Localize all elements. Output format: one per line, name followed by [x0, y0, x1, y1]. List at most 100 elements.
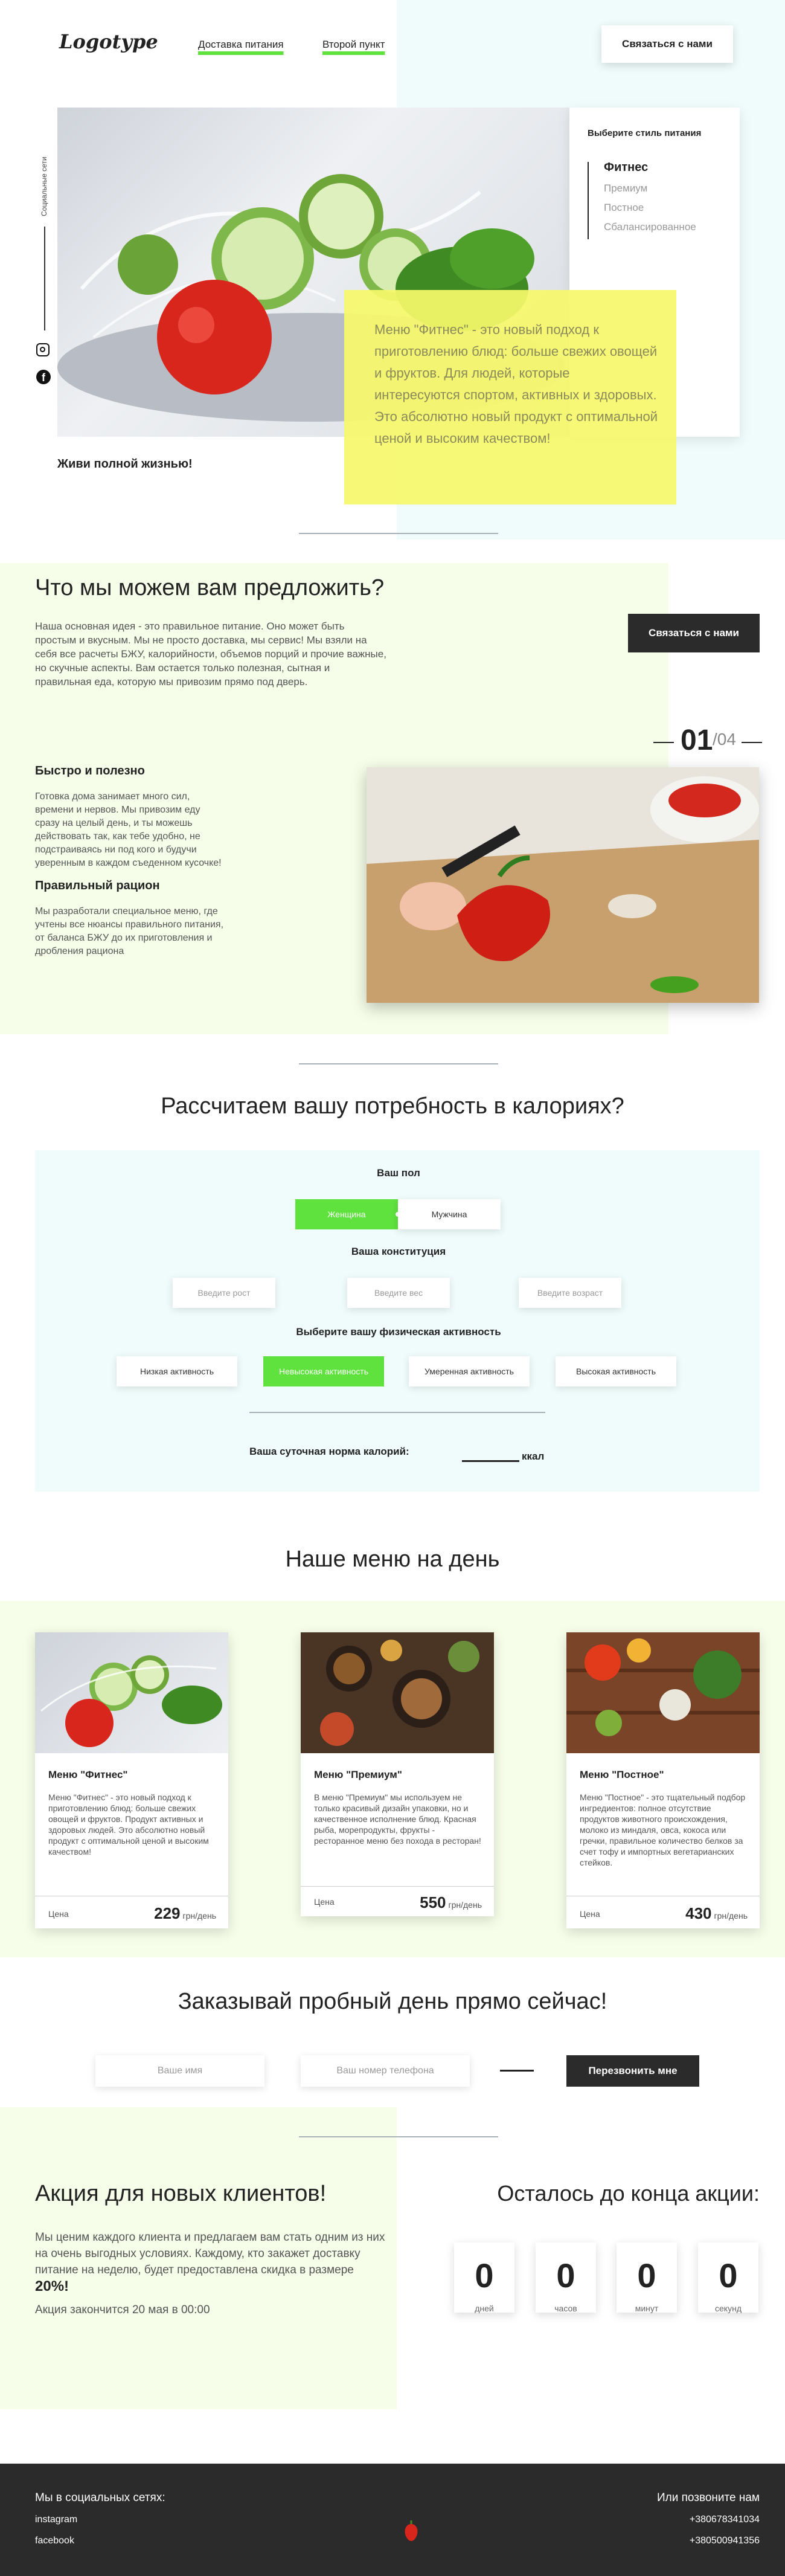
- menu-card-currency: грн/день: [714, 1911, 748, 1921]
- nav-link-second[interactable]: Второй пункт: [322, 39, 385, 51]
- menu-card-price-label: Цена: [48, 1909, 69, 1919]
- style-option-premium[interactable]: Премиум: [604, 182, 647, 195]
- weight-input[interactable]: Введите вес: [347, 1278, 450, 1308]
- calc-divider: [249, 1412, 545, 1413]
- activity-moderate-button[interactable]: Умеренная активность: [409, 1356, 530, 1386]
- hero-slogan: Живи полной жизнью!: [57, 457, 193, 471]
- slider-total: /04: [713, 730, 736, 749]
- timer-hours: 0 часов: [536, 2243, 596, 2313]
- timer-days: 0 дней: [454, 2243, 514, 2313]
- result-label: Ваша суточная норма калорий:: [249, 1446, 409, 1457]
- menu-card-premium[interactable]: Меню "Премиум" В меню "Премиум" мы испол…: [301, 1632, 494, 1916]
- result-value-line: [462, 1460, 519, 1462]
- timer-minutes-value: 0: [637, 2256, 656, 2294]
- feature-text-diet: Мы разработали специальное меню, где учт…: [35, 906, 224, 956]
- promo-title: Акция для новых клиентов!: [35, 2181, 327, 2206]
- social-rail: Социальные сети: [40, 145, 52, 330]
- pepper-icon: [402, 2520, 420, 2542]
- slider-next-arrow[interactable]: [742, 742, 762, 743]
- menu-card-lenten[interactable]: Меню "Постное" Меню "Постное" - это тщат…: [566, 1632, 760, 1928]
- timer-seconds: 0 секунд: [698, 2243, 758, 2313]
- footer-phone-2[interactable]: +380500941356: [543, 2536, 760, 2546]
- style-option-lenten[interactable]: Постное: [604, 202, 644, 214]
- menu-card-price: 229: [154, 1904, 181, 1922]
- menu-card-title: Меню "Фитнес": [48, 1769, 128, 1780]
- offer-slider-image: [367, 767, 759, 1003]
- order-name-input[interactable]: Ваше имя: [95, 2055, 264, 2087]
- order-arrow: [500, 2070, 534, 2072]
- calc-title: Рассчитаем вашу потребность в калориях?: [161, 1093, 624, 1119]
- menu-card-text: Меню "Фитнес" - это новый подход к приго…: [48, 1792, 209, 1856]
- footer-link-instagram[interactable]: instagram: [35, 2514, 77, 2525]
- slider-prev-arrow[interactable]: [653, 742, 674, 743]
- section-divider: [299, 1063, 498, 1064]
- menu-card-currency: грн/день: [448, 1900, 482, 1910]
- social-label: Социальные сети: [40, 156, 48, 216]
- activity-small-button[interactable]: Невысокая активность: [263, 1356, 384, 1386]
- offer-text: Наша основная идея - это правильное пита…: [35, 620, 386, 687]
- menu-title: Наше меню на день: [285, 1547, 500, 1572]
- menu-card-text: Меню "Постное" - это тщательный подбор и…: [580, 1792, 746, 1867]
- timer-seconds-value: 0: [719, 2256, 738, 2294]
- logo[interactable]: Logotype: [59, 30, 158, 53]
- gender-female-button[interactable]: Женщина: [295, 1199, 398, 1229]
- contact-button[interactable]: Связаться с нами: [601, 25, 733, 63]
- activity-label: Выберите вашу физическая активность: [296, 1326, 501, 1338]
- menu-card-text: В меню "Премиум" мы используем не только…: [314, 1792, 481, 1846]
- timer-hours-value: 0: [556, 2256, 575, 2294]
- footer-phone-1[interactable]: +380678341034: [543, 2514, 760, 2525]
- timer-seconds-unit: секунд: [715, 2304, 742, 2313]
- promo-deadline: Акция закончится 20 мая в 00:00: [35, 2304, 210, 2316]
- style-option-fitness[interactable]: Фитнес: [604, 161, 648, 175]
- order-title: Заказывай пробный день прямо сейчас!: [178, 1989, 607, 2014]
- timer-days-value: 0: [475, 2256, 494, 2294]
- gender-male-button[interactable]: Мужчина: [398, 1199, 501, 1229]
- activity-high-button[interactable]: Высокая активность: [556, 1356, 676, 1386]
- facebook-icon[interactable]: f: [36, 370, 51, 384]
- gender-label: Ваш пол: [377, 1167, 420, 1179]
- menu-card-price: 430: [685, 1904, 712, 1922]
- timer-minutes-unit: минут: [635, 2304, 659, 2313]
- menu-card-title: Меню "Постное": [580, 1769, 664, 1780]
- instagram-icon[interactable]: [36, 343, 50, 356]
- menu-card-image: [35, 1632, 228, 1753]
- style-option-balanced[interactable]: Сбалансированное: [604, 221, 696, 233]
- timer-title: Осталось до конца акции:: [497, 2181, 760, 2206]
- menu-card-image: [301, 1632, 494, 1753]
- feature-title-diet: Правильный рацион: [35, 879, 160, 892]
- menu-card-currency: грн/день: [182, 1911, 217, 1921]
- section-divider: [299, 533, 498, 534]
- offer-contact-button[interactable]: Связаться с нами: [628, 614, 760, 652]
- timer-minutes: 0 минут: [617, 2243, 677, 2313]
- footer-social-title: Мы в социальных сетях:: [35, 2491, 165, 2504]
- order-callback-button[interactable]: Перезвонить мне: [566, 2055, 699, 2087]
- hero-description: Меню "Фитнес" - это новый подход к приго…: [374, 322, 658, 446]
- nav-link-delivery[interactable]: Доставка питания: [198, 39, 284, 51]
- menu-card-price-label: Цена: [580, 1909, 600, 1919]
- footer-link-facebook[interactable]: facebook: [35, 2536, 74, 2546]
- offer-title: Что мы можем вам предложить?: [35, 575, 385, 601]
- section-divider: [299, 2136, 498, 2137]
- style-list-line: [588, 162, 589, 239]
- menu-card-image: [566, 1632, 760, 1753]
- height-input[interactable]: Введите рост: [173, 1278, 275, 1308]
- timer-hours-unit: часов: [554, 2304, 577, 2313]
- menu-card-price: 550: [420, 1893, 446, 1911]
- feature-text-fast: Готовка дома занимает много сил, времени…: [35, 791, 222, 868]
- social-rail-line: [44, 227, 45, 330]
- activity-low-button[interactable]: Низкая активность: [117, 1356, 237, 1386]
- feature-title-fast: Быстро и полезно: [35, 764, 145, 778]
- menu-card-title: Меню "Премиум": [314, 1769, 402, 1780]
- menu-card-price-label: Цена: [314, 1897, 335, 1907]
- order-phone-input[interactable]: Ваш номер телефона: [301, 2055, 470, 2087]
- timer-days-unit: дней: [475, 2304, 494, 2313]
- promo-discount: 20%!: [35, 2278, 69, 2294]
- menu-card-fitness[interactable]: Меню "Фитнес" Меню "Фитнес" - это новый …: [35, 1632, 228, 1928]
- style-panel-title: Выберите стиль питания: [588, 128, 702, 138]
- result-unit: ккал: [522, 1451, 545, 1462]
- age-input[interactable]: Введите возраст: [519, 1278, 621, 1308]
- constitution-label: Ваша конституция: [351, 1246, 446, 1257]
- promo-text: Мы ценим каждого клиента и предлагаем ва…: [35, 2231, 385, 2276]
- slider-current: 01: [681, 724, 713, 756]
- footer-call-title: Или позвоните нам: [657, 2491, 760, 2504]
